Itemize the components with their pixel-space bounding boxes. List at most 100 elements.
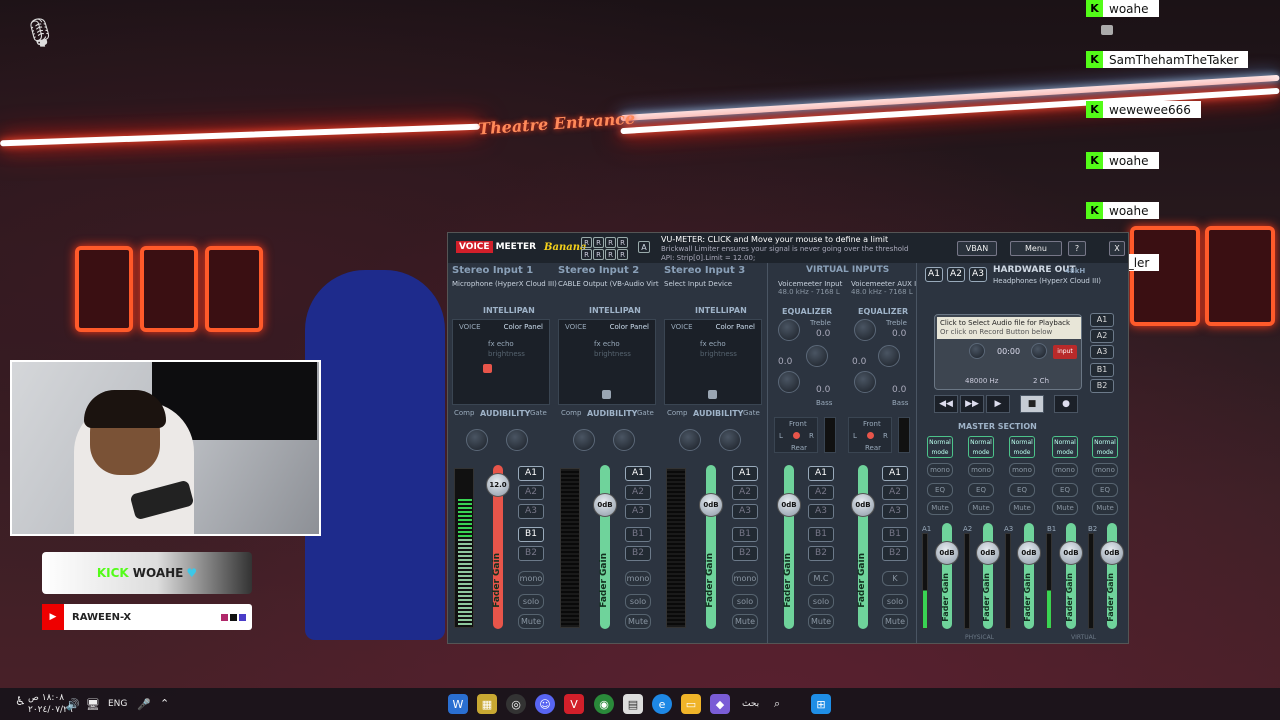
master-mute-b1[interactable]: Mute bbox=[1052, 501, 1078, 515]
strip3-a1[interactable]: A1 bbox=[732, 466, 758, 481]
master-knob-b1[interactable]: 0dB bbox=[1059, 541, 1083, 565]
strip1-a3[interactable]: A3 bbox=[518, 504, 544, 519]
play-button[interactable]: ▶ bbox=[986, 395, 1010, 413]
strip2-title[interactable]: Stereo Input 2 bbox=[558, 265, 639, 276]
comp-knob[interactable] bbox=[573, 429, 595, 451]
master-eq-a3[interactable]: EQ bbox=[1009, 483, 1035, 497]
master-mode-a3[interactable]: Normal mode bbox=[1009, 436, 1035, 458]
virtual1-b1[interactable]: B1 bbox=[808, 527, 834, 542]
app-icon[interactable]: ◆ bbox=[710, 694, 730, 714]
strip2-device[interactable]: CABLE Output (VB-Audio Virt bbox=[558, 280, 659, 288]
app-icon[interactable]: W bbox=[448, 694, 468, 714]
tape-b2[interactable]: B2 bbox=[1090, 379, 1114, 393]
record-button[interactable]: ● bbox=[1054, 395, 1078, 413]
strip1-device[interactable]: Microphone (HyperX Cloud III) bbox=[452, 280, 557, 288]
fader-knob-3[interactable]: 0dB bbox=[699, 493, 723, 517]
comp-knob[interactable] bbox=[679, 429, 701, 451]
r-button[interactable]: R bbox=[605, 249, 616, 260]
edge-icon[interactable]: e bbox=[652, 694, 672, 714]
rewind-button[interactable]: ◀◀ bbox=[934, 395, 958, 413]
strip2-a2[interactable]: A2 bbox=[625, 485, 651, 500]
pan-cursor[interactable] bbox=[483, 364, 492, 373]
strip3-mute[interactable]: Mute bbox=[732, 614, 758, 629]
folder-icon[interactable]: ▭ bbox=[681, 694, 701, 714]
strip3-b2[interactable]: B2 bbox=[732, 546, 758, 561]
color-panel-label[interactable]: Color Panel bbox=[504, 323, 543, 331]
tape-label[interactable]: Click to Select Audio file for Playback … bbox=[937, 317, 1081, 339]
strip1-b1[interactable]: B1 bbox=[518, 527, 544, 542]
master-mono-a1[interactable]: mono bbox=[927, 463, 953, 477]
virtual1-b2[interactable]: B2 bbox=[808, 546, 834, 561]
master-mute-b2[interactable]: Mute bbox=[1092, 501, 1118, 515]
windows-start-icon[interactable]: ⊞ bbox=[811, 694, 831, 714]
master-knob-a1[interactable]: 0dB bbox=[935, 541, 959, 565]
stop-button[interactable]: ■ bbox=[1020, 395, 1044, 413]
virtual2-a2[interactable]: A2 bbox=[882, 485, 908, 500]
spatial-pan-2[interactable]: Front L R Rear bbox=[848, 417, 892, 453]
master-mute-a3[interactable]: Mute bbox=[1009, 501, 1035, 515]
master-mode-b1[interactable]: Normal mode bbox=[1052, 436, 1078, 458]
volume-icon[interactable]: 🔊 bbox=[66, 698, 80, 711]
strip3-mono[interactable]: mono bbox=[732, 571, 758, 586]
eq-knob[interactable] bbox=[854, 371, 876, 393]
strip2-solo[interactable]: solo bbox=[625, 594, 651, 609]
gate-knob[interactable] bbox=[719, 429, 741, 451]
pan-cursor[interactable] bbox=[867, 432, 874, 439]
strip3-title[interactable]: Stereo Input 3 bbox=[664, 265, 745, 276]
chrome-icon[interactable]: ◉ bbox=[594, 694, 614, 714]
pan-cursor[interactable] bbox=[793, 432, 800, 439]
out-a1[interactable]: A1 bbox=[925, 267, 943, 282]
master-eq-b2[interactable]: EQ bbox=[1092, 483, 1118, 497]
fader-knob-2[interactable]: 0dB bbox=[593, 493, 617, 517]
pan-cursor[interactable] bbox=[708, 390, 717, 399]
strip2-mono[interactable]: mono bbox=[625, 571, 651, 586]
master-eq-a1[interactable]: EQ bbox=[927, 483, 953, 497]
virtual1-a2[interactable]: A2 bbox=[808, 485, 834, 500]
out-a3[interactable]: A3 bbox=[969, 267, 987, 282]
strip1-b2[interactable]: B2 bbox=[518, 546, 544, 561]
virtual2-mute[interactable]: Mute bbox=[882, 614, 908, 629]
strip2-b1[interactable]: B1 bbox=[625, 527, 651, 542]
r-button[interactable]: R bbox=[581, 237, 592, 248]
eq-knob[interactable] bbox=[778, 319, 800, 341]
virtual1-a1[interactable]: A1 bbox=[808, 466, 834, 481]
color-panel-label[interactable]: Color Panel bbox=[716, 323, 755, 331]
virtual2-b2[interactable]: B2 bbox=[882, 546, 908, 561]
strip2-a1[interactable]: A1 bbox=[625, 466, 651, 481]
forward-button[interactable]: ▶▶ bbox=[960, 395, 984, 413]
pan-cursor[interactable] bbox=[602, 390, 611, 399]
master-mono-b2[interactable]: mono bbox=[1092, 463, 1118, 477]
app-icon[interactable]: ◎ bbox=[506, 694, 526, 714]
strip1-a2[interactable]: A2 bbox=[518, 485, 544, 500]
strip1-mute[interactable]: Mute bbox=[518, 614, 544, 629]
virtual1-solo[interactable]: solo bbox=[808, 594, 834, 609]
strip2-a3[interactable]: A3 bbox=[625, 504, 651, 519]
close-button[interactable]: X bbox=[1109, 241, 1125, 256]
master-mute-a1[interactable]: Mute bbox=[927, 501, 953, 515]
eq-knob[interactable] bbox=[778, 371, 800, 393]
chevron-up-icon[interactable]: ⌃ bbox=[160, 697, 169, 710]
strip1-a1[interactable]: A1 bbox=[518, 466, 544, 481]
strip3-solo[interactable]: solo bbox=[732, 594, 758, 609]
accessibility-icon[interactable]: ♿ bbox=[15, 694, 26, 708]
master-mono-a3[interactable]: mono bbox=[1009, 463, 1035, 477]
strip2-mute[interactable]: Mute bbox=[625, 614, 651, 629]
master-mute-a2[interactable]: Mute bbox=[968, 501, 994, 515]
strip3-b1[interactable]: B1 bbox=[732, 527, 758, 542]
intellipan-1[interactable]: INTELLIPAN VOICE Color Panel fx echo bri… bbox=[452, 306, 550, 405]
strip3-device[interactable]: Select Input Device bbox=[664, 280, 732, 288]
master-knob-a2[interactable]: 0dB bbox=[976, 541, 1000, 565]
mic-tray-icon[interactable]: 🎤 bbox=[137, 698, 151, 711]
r-button[interactable]: R bbox=[617, 237, 628, 248]
eq-knob[interactable] bbox=[806, 345, 828, 367]
tape-a2[interactable]: A2 bbox=[1090, 329, 1114, 343]
menu-button[interactable]: Menu bbox=[1010, 241, 1062, 256]
language-indicator[interactable]: ENG bbox=[108, 699, 127, 709]
master-knob-b2[interactable]: 0dB bbox=[1100, 541, 1124, 565]
intellipan-2[interactable]: INTELLIPAN VOICE Color Panel fx echo bri… bbox=[558, 306, 656, 405]
virtual2-solo[interactable]: solo bbox=[882, 594, 908, 609]
gate-knob[interactable] bbox=[506, 429, 528, 451]
gate-knob[interactable] bbox=[613, 429, 635, 451]
virtual2-b1[interactable]: B1 bbox=[882, 527, 908, 542]
virtual2-a3[interactable]: A3 bbox=[882, 504, 908, 519]
